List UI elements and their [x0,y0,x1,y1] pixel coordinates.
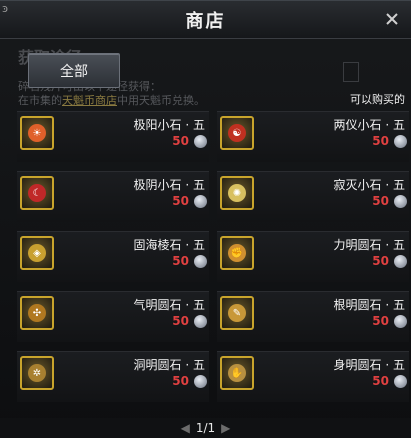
currency-coin-icon [394,195,407,208]
item-name: 根明圆石 · 五 [333,298,405,312]
next-page-icon[interactable]: ▶ [221,421,230,435]
acquisition-line-2: 在市集的天魁币商店中用天魁币兑换。 [18,92,205,108]
line2-prefix: 在市集的 [18,94,62,107]
currency-coin-icon [194,195,207,208]
item-price: 50 [172,254,189,268]
gem-glyph: ◈ [28,244,46,262]
qi-gem-icon[interactable]: ✣ [20,296,54,330]
gem-glyph: ✲ [28,364,46,382]
item-name: 洞明圆石 · 五 [133,358,205,372]
gem-glyph: ✊ [228,244,246,262]
window-title: 商店 [185,11,226,32]
gem-glyph: ✣ [28,304,46,322]
void-gem-icon[interactable]: ✺ [220,176,254,210]
item-price: 50 [372,194,389,208]
currency-coin-icon [194,315,207,328]
shop-item[interactable]: ✲ 洞明圆石 · 五 50 [17,351,209,402]
sun-gem-icon[interactable]: ☀ [20,116,54,150]
item-name: 极阳小石 · 五 [133,118,205,132]
shop-item[interactable]: ✣ 气明圆石 · 五 50 [17,291,209,342]
sea-gem-icon[interactable]: ◈ [20,236,54,270]
prev-page-icon[interactable]: ◀ [181,421,190,435]
page-indicator: 1/1 [195,421,216,435]
item-price: 50 [172,374,189,388]
gem-glyph: ☾ [28,184,46,202]
shop-item[interactable]: ✊ 力明圆石 · 五 50 [217,231,409,282]
shop-item[interactable]: ☯ 两仪小石 · 五 50 [217,111,409,162]
shop-link[interactable]: 天魁币商店 [62,94,117,107]
item-price: 50 [372,314,389,328]
gem-glyph: ✋ [228,364,246,382]
close-icon[interactable] [381,8,403,30]
item-price: 50 [372,134,389,148]
item-price: 50 [172,314,189,328]
line2-suffix: 中用天魁币兑换。 [117,94,205,107]
currency-coin-icon [394,375,407,388]
currency-coin-icon [194,375,207,388]
currency-coin-icon [394,255,407,268]
currency-coin-icon [194,255,207,268]
pager: ◀ 1/1 ▶ [0,421,411,435]
item-name: 气明圆石 · 五 [133,298,205,312]
moon-gem-icon[interactable]: ☾ [20,176,54,210]
shop-window: ꜿ 商店 获取途径 碎石残片可由以下途径获得： 在市集的天魁币商店中用天魁币兑换… [0,0,411,438]
body-gem-icon[interactable]: ✋ [220,356,254,390]
gem-glyph: ✎ [228,304,246,322]
gem-glyph: ☯ [228,124,246,142]
insight-gem-icon[interactable]: ✲ [20,356,54,390]
shop-item[interactable]: ✎ 根明圆石 · 五 50 [217,291,409,342]
shop-item[interactable]: ✋ 身明圆石 · 五 50 [217,351,409,402]
currency-coin-icon [394,135,407,148]
title-bar[interactable]: ꜿ 商店 [0,0,411,39]
currency-coin-icon [394,315,407,328]
item-name: 力明圆石 · 五 [333,238,405,252]
item-name: 极阴小石 · 五 [133,178,205,192]
item-name: 身明圆石 · 五 [333,358,405,372]
faint-frame [343,62,359,82]
item-price: 50 [172,194,189,208]
item-price: 50 [172,134,189,148]
taiji-gem-icon[interactable]: ☯ [220,116,254,150]
currency-coin-icon [194,135,207,148]
gem-glyph: ☀ [28,124,46,142]
item-price: 50 [372,254,389,268]
shop-item[interactable]: ☾ 极阴小石 · 五 50 [17,171,209,222]
item-name: 两仪小石 · 五 [333,118,405,132]
shop-item[interactable]: ◈ 固海棱石 · 五 50 [17,231,209,282]
buyable-filter-label[interactable]: 可以购买的 [350,91,405,107]
footer: ◀ 1/1 ▶ [0,418,411,438]
tab-all[interactable]: 全部 [28,53,120,88]
shop-item[interactable]: ☀ 极阳小石 · 五 50 [17,111,209,162]
item-price: 50 [372,374,389,388]
gem-glyph: ✺ [228,184,246,202]
root-gem-icon[interactable]: ✎ [220,296,254,330]
item-name: 寂灭小石 · 五 [333,178,405,192]
shop-item[interactable]: ✺ 寂灭小石 · 五 50 [217,171,409,222]
power-gem-icon[interactable]: ✊ [220,236,254,270]
item-name: 固海棱石 · 五 [133,238,205,252]
